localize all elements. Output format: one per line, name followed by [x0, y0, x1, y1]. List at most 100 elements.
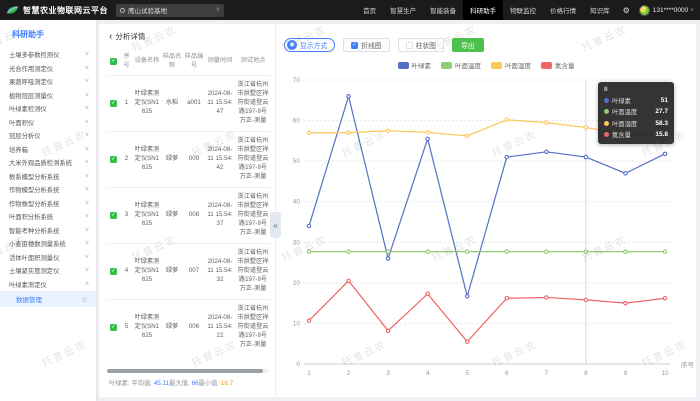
sidebar-item[interactable]: 作物模型分析系统˅ — [0, 183, 96, 197]
chart-legend: 叶绿素叶面温度叶面湿度氮含量 — [276, 60, 696, 70]
sidebar-item[interactable]: 作物株型分析系统˅ — [0, 197, 96, 211]
chart-pane: « ◉ 显示方式 ✓ 折线图 柱状图 导出 叶绿素叶面温度叶面湿度氮含量 010… — [275, 24, 696, 397]
sidebar: 科研助手 土壤多参数检测仪˅光合作用测定仪˅果蔬呼吸测定仪˅植物冠层测量仪˅叶绿… — [0, 20, 96, 401]
measure-time: 2024-06-11 15:54:42 — [205, 131, 235, 187]
nav-item-智能装备[interactable]: 智能装备 — [423, 0, 463, 20]
site-selector-dropdown[interactable]: 鹰山试验基地 ˅ — [116, 4, 224, 17]
sidebar-item[interactable]: 果蔬呼吸测定仪˅ — [0, 75, 96, 89]
sidebar-item[interactable]: 培养箱˅ — [0, 143, 96, 157]
device-name: 叶绿素测定仪SN1625 — [133, 131, 161, 187]
summary-min-label: 最小值: — [198, 380, 219, 387]
sidebar-item-label: 光合作用测定仪 — [9, 64, 53, 73]
nav-item-物联监控[interactable]: 物联监控 — [503, 0, 543, 20]
measure-time: 2024-06-11 15:54:47 — [205, 75, 235, 131]
tooltip-series-value: 58.3 — [655, 120, 668, 127]
chevron-down-icon: ˅ — [690, 7, 694, 14]
scrollbar-thumb[interactable] — [107, 369, 263, 373]
legend-item-叶面温度[interactable]: 叶面温度 — [441, 60, 481, 70]
row-checkbox-cell: ✓ — [107, 75, 120, 131]
bar-chart-checkbox[interactable] — [406, 42, 413, 49]
device-name: 叶绿素测定仪SN1625 — [133, 187, 161, 243]
sidebar-item[interactable]: 叶面积仪˅ — [0, 116, 96, 130]
line-chart-option[interactable]: ✓ 折线图 — [343, 38, 389, 52]
favorite-star-icon[interactable]: ☆ — [81, 295, 88, 304]
sidebar-item[interactable]: 活体叶面积测量仪˅ — [0, 251, 96, 265]
legend-item-叶绿素[interactable]: 叶绿素 — [398, 60, 432, 70]
sidebar-item[interactable]: 智能考种分析系统˅ — [0, 224, 96, 238]
svg-text:30: 30 — [293, 239, 301, 246]
svg-text:10: 10 — [293, 320, 301, 327]
sidebar-item[interactable]: 土壤多参数检测仪˅ — [0, 48, 96, 62]
device-name: 叶绿素测定仪SN1625 — [133, 299, 161, 354]
legend-item-氮含量[interactable]: 氮含量 — [541, 60, 575, 70]
chevron-down-icon: ˅ — [85, 78, 89, 85]
line-chart-checkbox[interactable]: ✓ — [351, 42, 358, 49]
sample-name: 绿萝 — [161, 243, 183, 299]
nav-item-智慧生产[interactable]: 智慧生产 — [383, 0, 423, 20]
table-row: ✓1叶绿素测定仪SN1625水稻a0012024-06-11 15:54:47浙… — [107, 75, 271, 131]
sidebar-item[interactable]: 大米外观品质检测系统˅ — [0, 156, 96, 170]
results-table-wrap: ✓序号设备名称样品名称样品编号测量时间测试地点 ✓1叶绿素测定仪SN1625水稻… — [107, 49, 274, 366]
export-button[interactable]: 导出 — [452, 38, 484, 52]
sidebar-title: 科研助手 — [0, 20, 96, 48]
row-checkbox-cell: ✓ — [107, 243, 120, 299]
row-checkbox[interactable]: ✓ — [110, 268, 117, 275]
sidebar-item[interactable]: 小麦亩穗数测量系统˅ — [0, 237, 96, 251]
chevron-down-icon: ˅ — [85, 92, 89, 99]
sidebar-item-label: 智能考种分析系统 — [9, 226, 59, 235]
sample-name: 绿萝 — [161, 299, 183, 354]
svg-text:4: 4 — [426, 370, 430, 377]
nav-item-知识库[interactable]: 知识库 — [583, 0, 617, 20]
chevron-down-icon: ˅ — [85, 200, 89, 207]
tooltip-rows: 叶绿素51叶面温度27.7叶面湿度58.3氮含量15.8 — [604, 96, 668, 140]
sidebar-item[interactable]: 冠层分析仪˅ — [0, 129, 96, 143]
chevron-down-icon: ˅ — [206, 7, 220, 14]
test-location: 浙江省杭州市拱墅区祥符街道登云路197-9号方正-测量 — [235, 131, 271, 187]
nav-item-科研助手[interactable]: 科研助手 — [463, 0, 503, 20]
username[interactable]: 131****0000 — [653, 7, 688, 14]
svg-text:8: 8 — [584, 370, 588, 377]
legend-item-叶面湿度[interactable]: 叶面湿度 — [491, 60, 531, 70]
back-icon[interactable]: ‹ — [109, 33, 112, 40]
chevron-down-icon: ˅ — [85, 186, 89, 193]
legend-swatch — [441, 62, 452, 69]
app-title: 智慧农业物联网云平台 — [23, 5, 108, 16]
svg-text:20: 20 — [293, 280, 301, 287]
svg-text:1: 1 — [307, 370, 311, 377]
summary-avg-label: 平均值: — [131, 380, 152, 387]
row-no: 5 — [120, 299, 133, 354]
summary-min-value: 16.7 — [221, 380, 233, 387]
display-mode-button[interactable]: ◉ 显示方式 — [284, 38, 335, 52]
sidebar-item[interactable]: 叶绿素测定仪˄ — [0, 278, 96, 292]
tooltip-series-value: 27.7 — [655, 108, 668, 115]
sidebar-subitem-data-management[interactable]: 数据管理☆ — [0, 291, 96, 307]
tooltip-row: 叶面湿度58.3 — [604, 119, 668, 128]
sidebar-item[interactable]: 植物冠层测量仪˅ — [0, 89, 96, 103]
device-name: 叶绿素测定仪SN1625 — [133, 75, 161, 131]
row-checkbox[interactable]: ✓ — [110, 156, 117, 163]
legend-label: 叶绿素 — [412, 60, 432, 70]
row-checkbox[interactable]: ✓ — [110, 100, 117, 107]
sidebar-item[interactable]: 土壤紧实度测定仪˅ — [0, 264, 96, 278]
row-checkbox[interactable]: ✓ — [110, 212, 117, 219]
sidebar-item[interactable]: 叶面积分析系统˅ — [0, 210, 96, 224]
chevron-down-icon: ˅ — [85, 119, 89, 126]
nav-item-首页[interactable]: 首页 — [356, 0, 383, 20]
collapse-panel-button[interactable]: « — [270, 212, 281, 238]
measure-time: 2024-06-11 15:54:37 — [205, 187, 235, 243]
select-all-checkbox[interactable]: ✓ — [110, 58, 117, 65]
sidebar-item[interactable]: 光合作用测定仪˅ — [0, 62, 96, 76]
svg-text:7: 7 — [545, 370, 549, 377]
sidebar-item[interactable]: 根系模型分析系统˅ — [0, 170, 96, 184]
svg-text:2: 2 — [347, 370, 351, 377]
table-row: ✓5叶绿素测定仪SN1625绿萝0062024-06-11 15:54:22浙江… — [107, 299, 271, 354]
sidebar-item[interactable]: 叶绿素检测仪˅ — [0, 102, 96, 116]
row-checkbox-cell: ✓ — [107, 131, 120, 187]
gear-icon[interactable]: ⚙ — [617, 6, 636, 15]
bar-chart-option[interactable]: 柱状图 — [398, 38, 444, 52]
tooltip-series-dot — [604, 109, 609, 114]
sidebar-menu: 土壤多参数检测仪˅光合作用测定仪˅果蔬呼吸测定仪˅植物冠层测量仪˅叶绿素检测仪˅… — [0, 48, 96, 307]
nav-item-价格行情[interactable]: 价格行情 — [543, 0, 583, 20]
row-checkbox[interactable]: ✓ — [110, 324, 117, 331]
avatar[interactable] — [639, 5, 650, 16]
